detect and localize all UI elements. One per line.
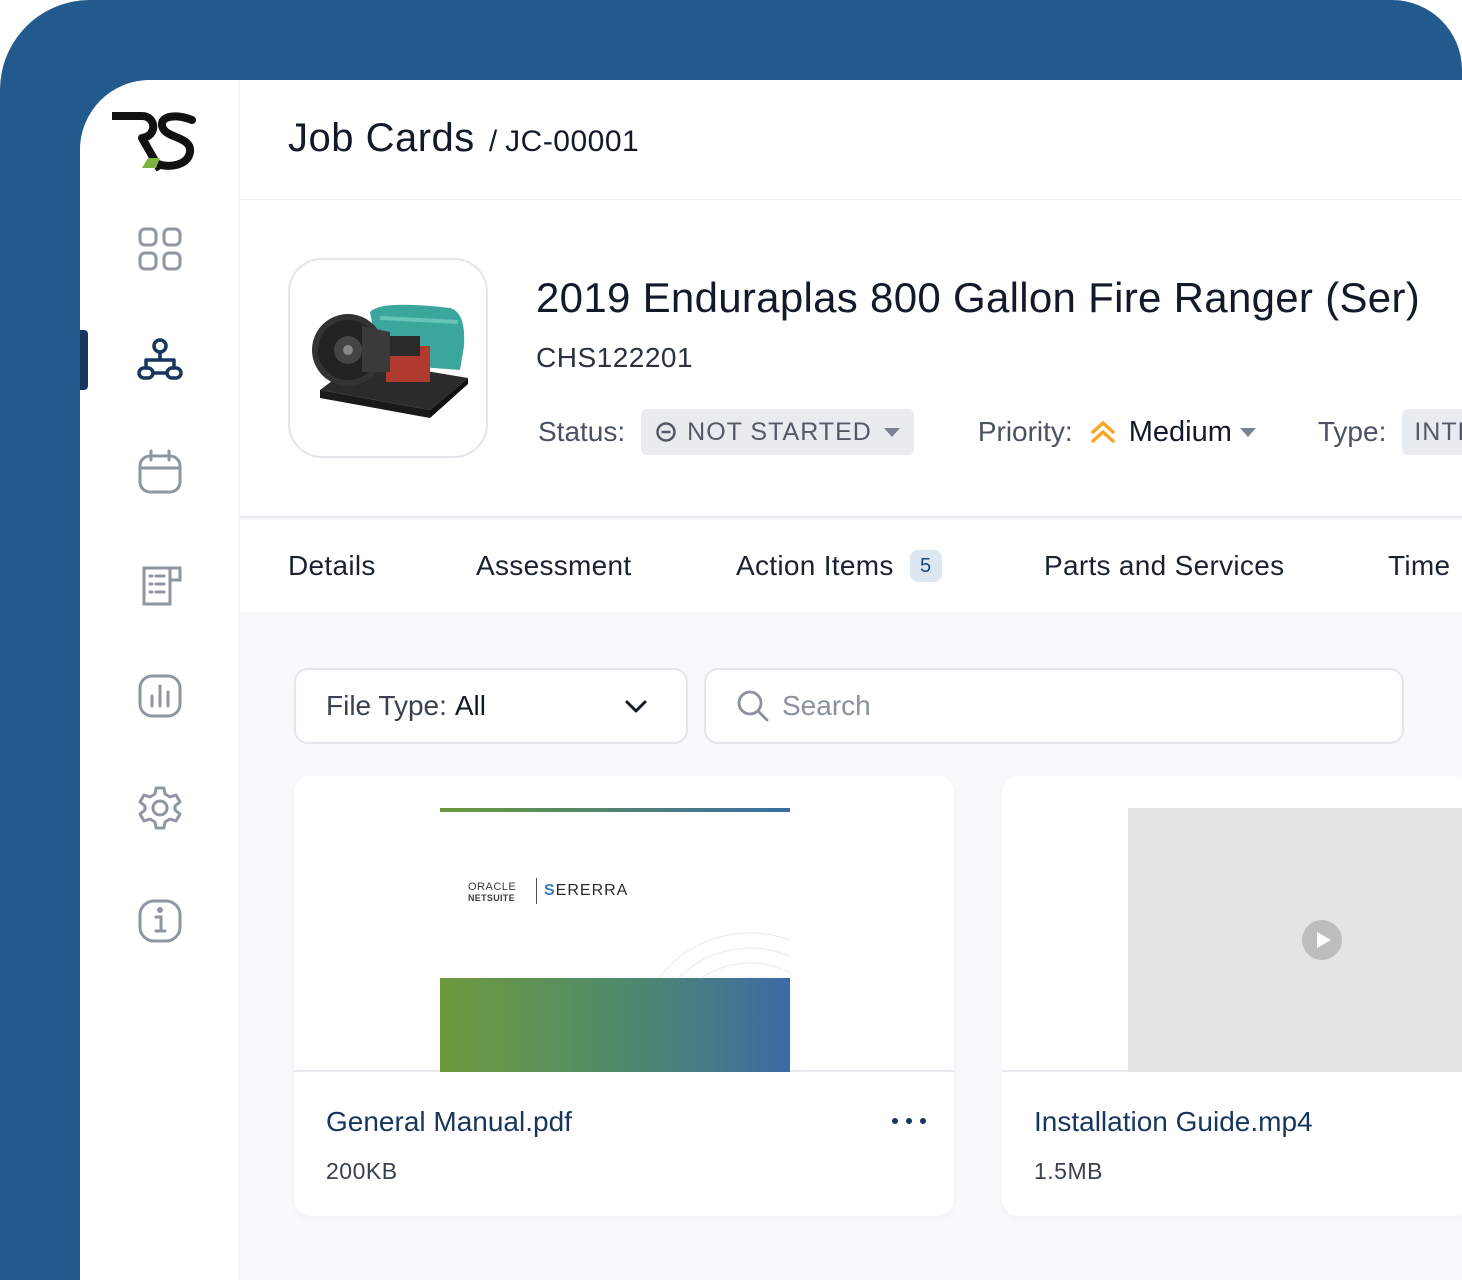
org-hierarchy-icon [137,338,183,380]
status-label: Status: [538,416,626,447]
status-not-started-icon [656,422,676,442]
tab-time[interactable]: Time [1388,550,1450,582]
caret-down-icon [883,427,900,437]
nav-reports[interactable] [80,661,240,731]
search-box [704,668,1404,744]
info-icon [138,899,182,943]
nav-settings[interactable] [80,773,240,843]
pdf-cover-topline [440,808,790,812]
chevron-down-icon [625,700,647,713]
status-dropdown[interactable]: NOT STARTED [641,409,914,455]
nav-info[interactable] [80,886,240,956]
tab-parts-label: Parts and Services [1044,550,1285,581]
tab-details[interactable]: Details [288,550,376,582]
file-name[interactable]: General Manual.pdf [326,1106,572,1138]
nav-documents[interactable] [80,549,240,619]
caret-down-icon [1239,427,1256,437]
app-window: Job Cards / JC-00001 2019 Enduraplas 800… [80,80,1462,1280]
asset-title: 2019 Enduraplas 800 Gallon Fire Ranger (… [536,274,1421,321]
file-card[interactable]: Installation Guide.mp4 1.5MB [1002,776,1462,1216]
search-icon [737,690,769,722]
gear-icon [138,786,182,830]
tab-assessment-label: Assessment [476,550,632,581]
nav-job-cards[interactable] [80,325,240,395]
logo-divider [536,878,537,904]
breadcrumb-job-cards[interactable]: Job Cards [288,116,475,161]
play-icon[interactable] [1302,920,1342,960]
rs-logo[interactable] [112,110,196,174]
priority-label: Priority: [977,416,1073,447]
file-preview [1002,776,1462,1072]
document-list-icon [142,566,182,606]
status-value: NOT STARTED [687,417,872,446]
file-card[interactable]: ORACLE NETSUITE SERERRA General Manual.p… [294,776,954,1216]
page-header: Job Cards / JC-00001 [240,80,1462,200]
file-type-dropdown[interactable]: File Type: All [294,668,688,744]
asset-summary: 2019 Enduraplas 800 Gallon Fire Ranger (… [240,200,1462,518]
file-type-value: All [454,690,486,721]
sidebar [80,80,240,1280]
priority-value: Medium [1128,415,1232,448]
tab-details-label: Details [288,550,376,581]
tab-action-items-label: Action Items [736,550,894,581]
file-size: 200KB [326,1158,398,1184]
file-preview: ORACLE NETSUITE SERERRA [294,776,954,1072]
video-thumbnail[interactable] [1128,808,1462,1072]
tab-bar: Details Assessment Action Items 5 Parts … [240,520,1462,612]
tab-action-items[interactable]: Action Items 5 [736,550,942,582]
dashboard-grid-icon [138,227,182,271]
file-name[interactable]: Installation Guide.mp4 [1034,1106,1313,1138]
breadcrumb: Job Cards / JC-00001 [288,116,639,161]
file-type-label: File Type: [326,690,447,721]
nav-dashboard[interactable] [80,214,240,284]
type-dropdown[interactable]: INTE [1402,409,1462,455]
nav-calendar[interactable] [80,437,240,507]
tab-time-label: Time [1388,550,1451,581]
action-items-count-badge: 5 [909,550,942,582]
type-value: INTE [1414,417,1462,446]
asset-serial: CHS122201 [536,342,694,373]
breadcrumb-separator: / [488,125,498,158]
fire-pump-unit-image [312,304,468,418]
calendar-icon [138,449,182,494]
priority-medium-icon [1090,421,1115,443]
search-input[interactable] [782,690,1362,722]
pdf-cover-band [440,978,790,1072]
sererra-logo: SERERRA [544,882,629,899]
more-options-icon[interactable] [892,1106,926,1136]
tab-assessment[interactable]: Assessment [476,550,632,582]
asset-thumbnail[interactable] [288,258,488,458]
outer-frame: Job Cards / JC-00001 2019 Enduraplas 800… [0,0,1462,1280]
priority-dropdown[interactable]: Medium [1089,416,1256,449]
asset-meta-row: Status: NOT STARTED Priority: Medium Typ… [538,408,1462,456]
tab-parts-and-services[interactable]: Parts and Services [1044,550,1284,582]
pdf-cover-thumbnail: ORACLE NETSUITE SERERRA [440,808,790,1072]
file-size: 1.5MB [1034,1158,1103,1184]
oracle-netsuite-logo: ORACLE NETSUITE [468,881,517,904]
type-label: Type: [1317,416,1387,447]
bar-chart-icon [138,674,182,718]
breadcrumb-job-id: JC-00001 [505,125,640,158]
